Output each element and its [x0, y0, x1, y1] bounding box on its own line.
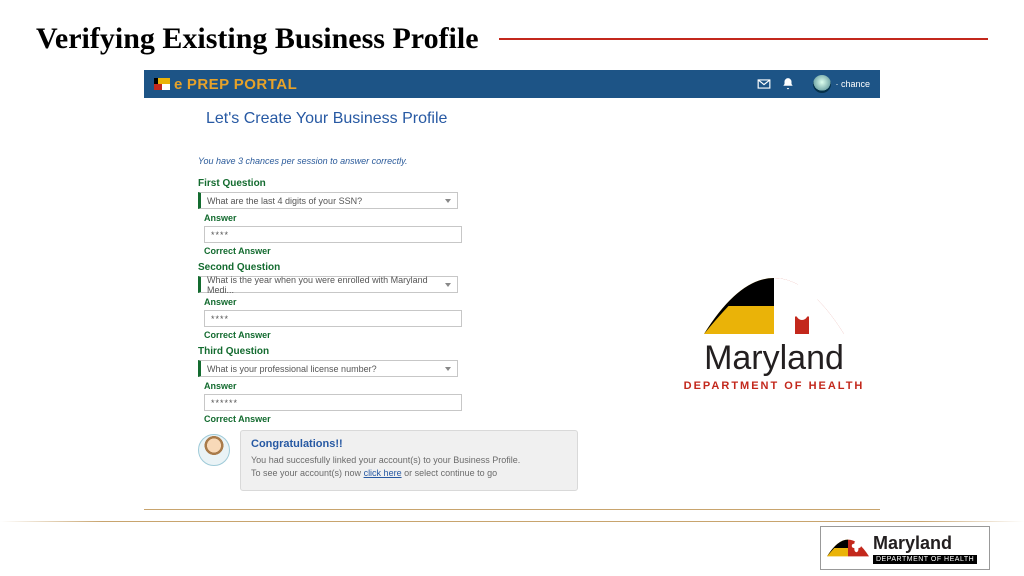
congrats-row: Congratulations!! You had succesfully li… — [198, 430, 578, 491]
footer-word: Maryland — [873, 533, 977, 554]
portal-logo: ePREP PORTAL — [174, 76, 297, 93]
footer-rule — [0, 521, 1024, 522]
q3-correct: Correct Answer — [204, 414, 826, 424]
page-heading: Let's Create Your Business Profile — [206, 110, 826, 128]
q1-label: First Question — [198, 178, 826, 189]
bell-icon[interactable] — [781, 77, 795, 91]
footer-sub: DEPARTMENT OF HEALTH — [873, 555, 977, 564]
congrats-title: Congratulations!! — [251, 437, 567, 452]
congrats-line1: You had succesfully linked your account(… — [251, 454, 567, 467]
mdh-logo-large: Maryland DEPARTMENT OF HEALTH — [654, 278, 894, 392]
stage-bottom-rule — [144, 509, 880, 510]
q2-answer-input[interactable]: **** — [204, 310, 462, 327]
mdh-sub: DEPARTMENT OF HEALTH — [654, 380, 894, 392]
congrats-card: Congratulations!! You had succesfully li… — [240, 430, 578, 491]
slide-title-row: Verifying Existing Business Profile — [0, 0, 1024, 64]
mdh-word: Maryland — [654, 339, 894, 378]
portal-top-bar: ePREP PORTAL · chance — [144, 70, 880, 98]
q1-answer-label: Answer — [204, 213, 826, 223]
q2-select[interactable]: What is the year when you were enrolled … — [198, 276, 458, 293]
title-rule — [499, 38, 988, 40]
q1-answer-input[interactable]: **** — [204, 226, 462, 243]
maryland-flag-shield-icon — [704, 278, 844, 334]
q3-select[interactable]: What is your professional license number… — [198, 360, 458, 377]
user-avatar-icon[interactable] — [813, 75, 831, 93]
slide-title: Verifying Existing Business Profile — [36, 22, 479, 56]
mail-icon[interactable] — [757, 77, 771, 91]
q1-select[interactable]: What are the last 4 digits of your SSN? — [198, 192, 458, 209]
click-here-link[interactable]: click here — [364, 468, 402, 478]
maryland-flag-icon — [154, 78, 170, 90]
attempts-hint: You have 3 chances per session to answer… — [198, 156, 826, 166]
q1-correct: Correct Answer — [204, 246, 826, 256]
q3-answer-input[interactable]: ****** — [204, 394, 462, 411]
mdh-logo-footer: Maryland DEPARTMENT OF HEALTH — [820, 526, 990, 570]
user-name[interactable]: · chance — [835, 79, 870, 89]
maryland-flag-shield-icon — [827, 534, 869, 562]
assistant-avatar-icon — [198, 434, 230, 466]
congrats-line2: To see your account(s) now click here or… — [251, 467, 567, 480]
q2-label: Second Question — [198, 262, 826, 273]
